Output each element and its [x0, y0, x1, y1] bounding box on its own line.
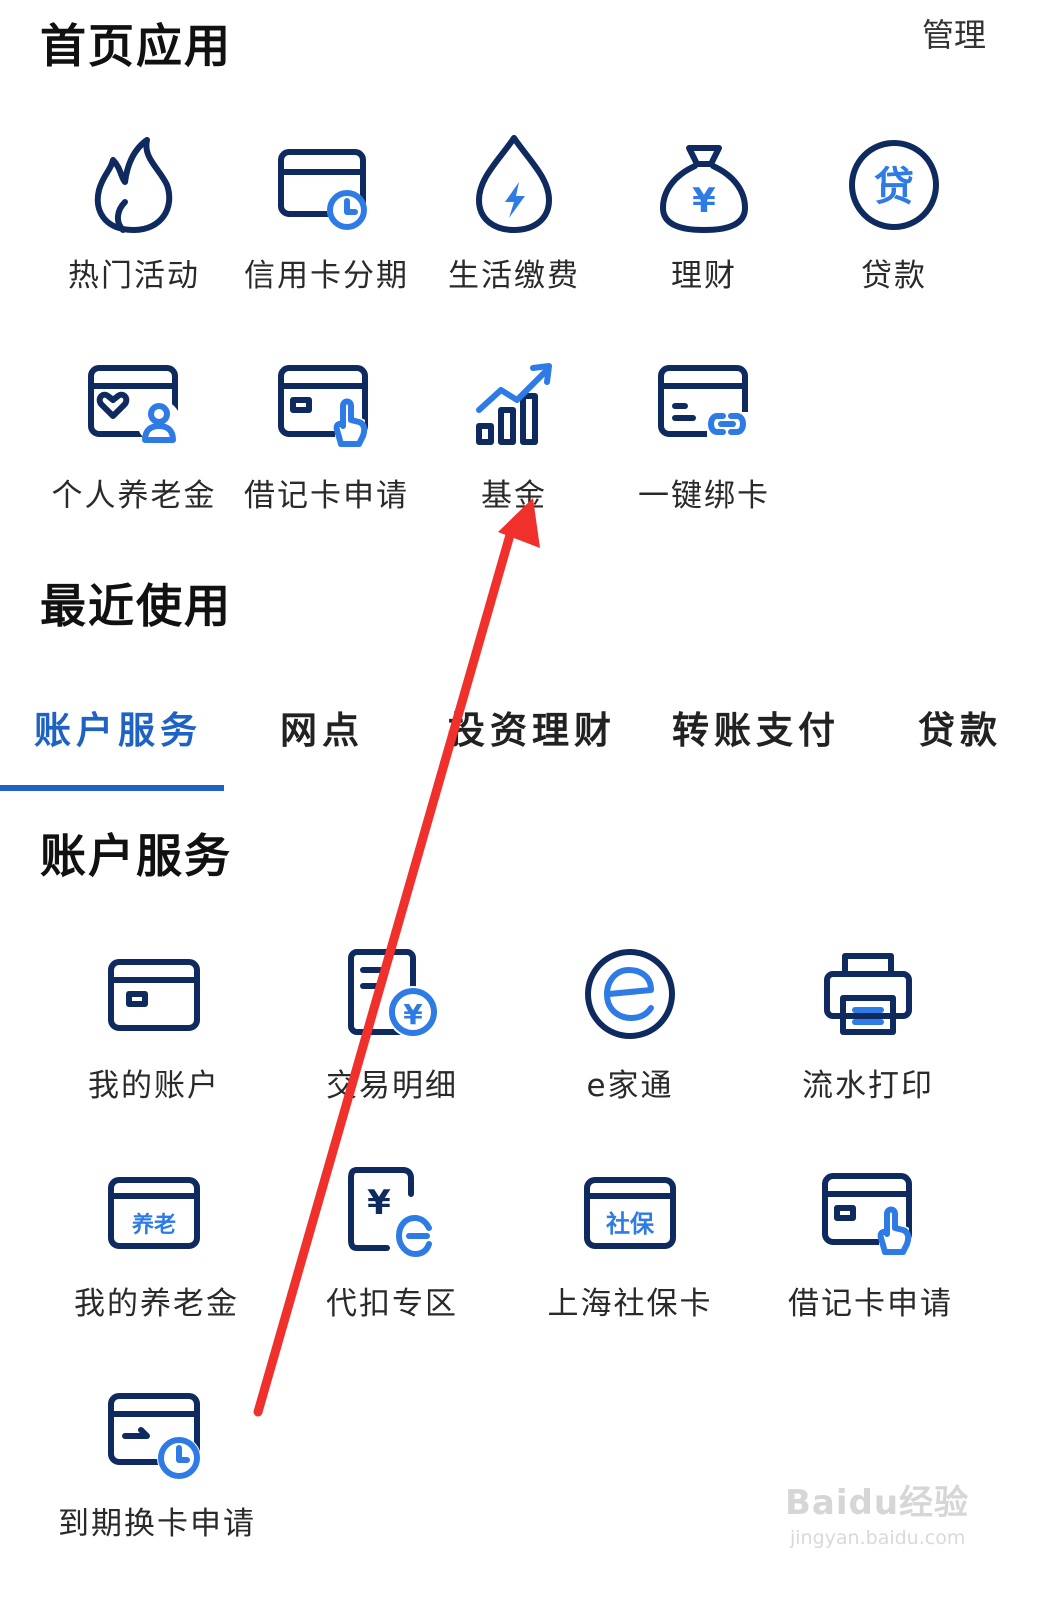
manage-button[interactable]: 管理: [922, 10, 986, 56]
tab-loans[interactable]: 贷款: [918, 700, 1002, 754]
service-my-pension[interactable]: 养老 我的养老金: [74, 1158, 239, 1323]
app-debit-card-apply[interactable]: 借记卡申请: [244, 350, 409, 515]
card-clock-icon: [278, 149, 367, 230]
svg-text:社保: 社保: [606, 1210, 655, 1238]
app-hot-activities[interactable]: 热门活动: [66, 130, 202, 295]
active-tab-indicator: [0, 785, 224, 791]
svg-text:贷: 贷: [874, 164, 914, 210]
service-label: 流水打印: [802, 1068, 934, 1104]
service-my-account[interactable]: 我的账户: [82, 940, 226, 1105]
app-label: 信用卡分期: [244, 258, 409, 294]
card-person-icon: [88, 365, 181, 444]
yen-refresh-icon: ¥: [348, 1167, 437, 1258]
flame-icon: [94, 137, 173, 233]
app-credit-installment[interactable]: 信用卡分期: [244, 130, 409, 295]
service-debit-card-apply[interactable]: 借记卡申请: [788, 1158, 953, 1323]
tab-investment[interactable]: 投资理财: [448, 700, 616, 754]
app-quick-bind-card[interactable]: 一键绑卡: [632, 350, 776, 515]
svg-text:¥: ¥: [692, 181, 716, 221]
card-icon: [108, 959, 200, 1031]
pension-card-icon: 养老: [108, 1177, 200, 1249]
service-shanghai-social-card[interactable]: 社保 上海社保卡: [546, 1158, 714, 1323]
page-title: 首页应用: [40, 19, 232, 73]
svg-text:¥: ¥: [367, 1183, 391, 1223]
app-personal-pension[interactable]: 个人养老金: [50, 350, 218, 515]
svg-text:¥: ¥: [403, 998, 423, 1031]
bar-chart-icon: [476, 363, 552, 445]
app-label: 生活缴费: [448, 258, 580, 294]
service-label: 我的养老金: [74, 1286, 239, 1322]
service-label: 交易明细: [326, 1068, 458, 1104]
service-label: 到期换卡申请: [58, 1506, 256, 1542]
watermark: Baidu经验 jingyan.baidu.com: [785, 1455, 1015, 1585]
app-fund[interactable]: 基金: [446, 350, 582, 515]
card-link-icon: [658, 365, 751, 438]
card-renew-icon: [108, 1393, 201, 1480]
money-bag-icon: ¥: [660, 145, 748, 233]
app-label: 借记卡申请: [244, 478, 409, 514]
tab-outlets[interactable]: 网点: [280, 700, 364, 754]
app-label: 理财: [671, 258, 737, 294]
recent-title: 最近使用: [40, 579, 232, 633]
drop-bolt-icon: [476, 135, 552, 233]
service-label: 上海社保卡: [547, 1286, 713, 1322]
app-label: 基金: [481, 478, 547, 514]
app-loan[interactable]: 贷 贷款: [826, 130, 962, 295]
app-label: 一键绑卡: [638, 478, 770, 514]
e-circle-icon: [585, 949, 675, 1039]
watermark-url: jingyan.baidu.com: [790, 1527, 966, 1549]
service-transaction-details[interactable]: ¥ 交易明细: [320, 940, 464, 1105]
tab-transfer-payment[interactable]: 转账支付: [672, 700, 840, 754]
account-section-title: 账户服务: [40, 829, 232, 883]
watermark-logo: Baidu经验: [785, 1483, 970, 1523]
service-statement-print[interactable]: 流水打印: [796, 940, 940, 1105]
service-label: e家通: [586, 1068, 674, 1104]
printer-icon: [824, 953, 912, 1035]
service-e-home[interactable]: e家通: [558, 940, 702, 1105]
loan-circle-icon: 贷: [849, 140, 939, 230]
app-label: 热门活动: [68, 258, 200, 294]
app-label: 贷款: [861, 258, 927, 294]
tab-account-services[interactable]: 账户服务: [34, 700, 202, 754]
app-label: 个人养老金: [51, 478, 217, 514]
service-label: 代扣专区: [326, 1286, 458, 1322]
service-label: 我的账户: [88, 1068, 220, 1104]
receipt-yen-icon: ¥: [348, 949, 439, 1038]
svg-text:养老: 养老: [131, 1212, 176, 1238]
app-wealth[interactable]: ¥ 理财: [636, 130, 772, 295]
service-card-renewal[interactable]: 到期换卡申请: [58, 1378, 256, 1543]
social-card-icon: 社保: [584, 1177, 676, 1249]
service-auto-debit[interactable]: ¥ 代扣专区: [320, 1158, 464, 1323]
app-life-payment[interactable]: 生活缴费: [446, 130, 582, 295]
service-label: 借记卡申请: [788, 1286, 953, 1322]
card-tap-icon: [278, 365, 368, 447]
card-tap-icon: [822, 1173, 912, 1255]
